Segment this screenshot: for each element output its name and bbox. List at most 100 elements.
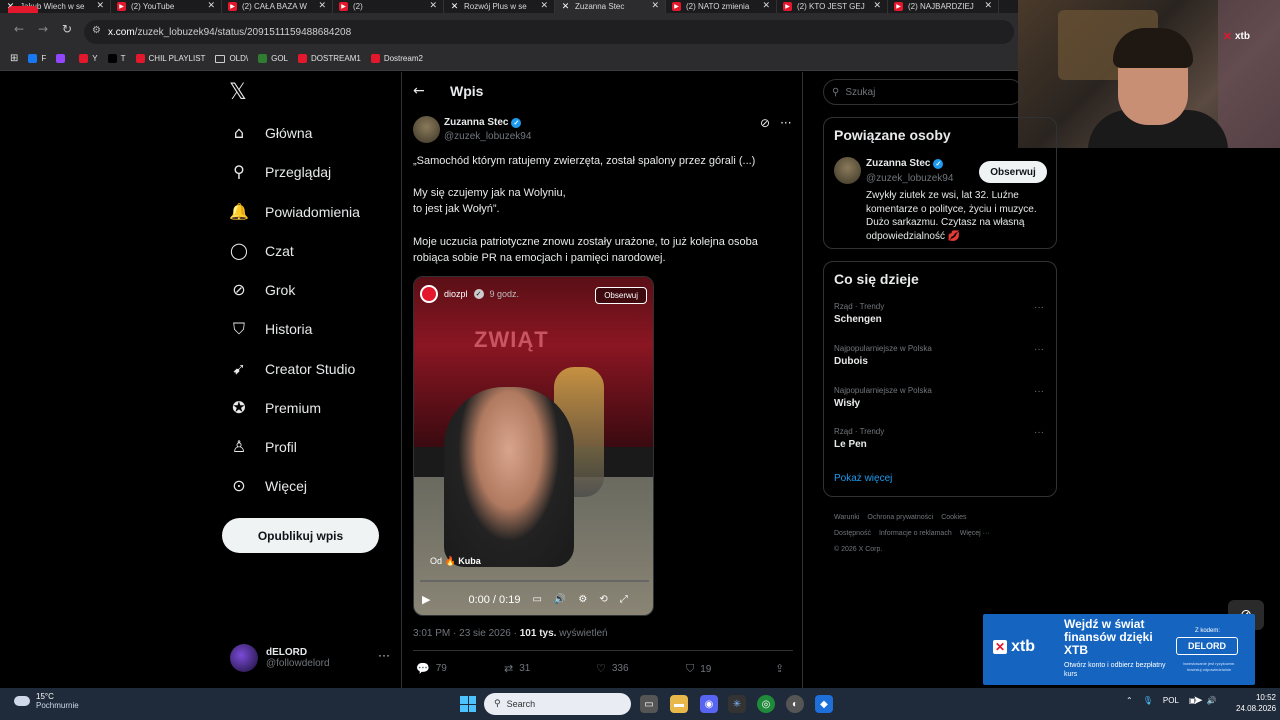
- nav-item-bell[interactable]: 🔔 Powiadomienia: [229, 202, 360, 221]
- nav-item-search[interactable]: ⚲ Przeglądaj: [229, 162, 331, 181]
- post-button[interactable]: Opublikuj wpis: [222, 518, 379, 553]
- follow-button[interactable]: Obserwuj: [979, 161, 1047, 183]
- back-arrow-icon[interactable]: ←: [413, 83, 425, 99]
- footer-link[interactable]: Warunki: [834, 514, 859, 521]
- search-placeholder[interactable]: Szukaj: [845, 87, 875, 98]
- nav-item-chat[interactable]: ◯ Czat: [229, 241, 294, 260]
- file-explorer-icon[interactable]: ▬: [670, 695, 688, 713]
- video-progress-bar[interactable]: [420, 580, 649, 582]
- browser-tab[interactable]: ✕ Zuzanna Stec ✕: [555, 0, 666, 13]
- bookmark-item[interactable]: GOL: [258, 54, 288, 63]
- author-handle[interactable]: @zuzek_lobuzek94: [444, 131, 531, 142]
- trend-item[interactable]: Rząd · Trendy Le Pen ···: [834, 427, 1048, 450]
- loop-icon[interactable]: ⟲: [599, 594, 607, 605]
- app-blue-icon[interactable]: ◆: [815, 695, 833, 713]
- obs-icon[interactable]: ◐: [786, 695, 804, 713]
- browser-tab[interactable]: ▶ (2) YouTube ✕: [111, 0, 222, 13]
- author-avatar[interactable]: [413, 116, 440, 143]
- bookmark-item[interactable]: T: [107, 54, 126, 63]
- bookmark-item[interactable]: F: [28, 54, 46, 63]
- close-icon[interactable]: ✕: [96, 0, 104, 11]
- play-icon[interactable]: ▶: [422, 593, 430, 606]
- volume-icon[interactable]: 🔊: [1206, 696, 1216, 705]
- footer-link[interactable]: Ochrona prywatności: [867, 514, 933, 521]
- video-channel-name[interactable]: diozpl: [444, 289, 468, 299]
- close-icon[interactable]: ✕: [873, 0, 881, 11]
- footer-link[interactable]: Informacje o reklamach: [879, 530, 952, 537]
- more-dots-icon[interactable]: ···: [780, 116, 791, 130]
- close-icon[interactable]: ✕: [651, 0, 659, 11]
- nav-item-bookmark[interactable]: ⛉ Historia: [229, 319, 312, 339]
- show-more-link[interactable]: Pokaż więcej: [834, 473, 892, 484]
- more-dots-icon[interactable]: ···: [1034, 344, 1044, 355]
- site-info-icon[interactable]: ⚙: [92, 25, 101, 36]
- nav-item-profile[interactable]: ♙ Profil: [229, 437, 297, 456]
- author-name[interactable]: Zuzanna Stec ✓: [444, 117, 522, 128]
- related-person-name[interactable]: Zuzanna Stec ✓: [866, 158, 944, 169]
- address-bar[interactable]: ⚙ x.com/zuzek_lobuzek94/status/209151115…: [84, 20, 1014, 44]
- channel-avatar[interactable]: [420, 285, 438, 303]
- close-icon[interactable]: ✕: [429, 0, 437, 11]
- more-dots-icon[interactable]: ···: [378, 648, 390, 662]
- microphone-icon[interactable]: 🎙: [1143, 696, 1153, 705]
- footer-link[interactable]: Dostępność: [834, 530, 871, 537]
- bookmark-item[interactable]: OLD\: [215, 54, 248, 63]
- chrome-icon[interactable]: ◎: [757, 695, 775, 713]
- browser-tab[interactable]: ✕ Rozwój Plus w se ✕: [444, 0, 555, 13]
- account-switcher[interactable]: dELORD @followdelord ···: [230, 640, 390, 676]
- weather-widget[interactable]: 15°C Pochmurnie: [14, 692, 79, 710]
- bookmark-item[interactable]: DOSTREAM1: [298, 54, 361, 63]
- close-icon[interactable]: ✕: [540, 0, 548, 11]
- video-player[interactable]: ZWIĄT diozpl ✓ 9 godz. Obserwuj Od 🔥 Kub…: [413, 276, 654, 616]
- taskbar-search[interactable]: ⚲ Search: [484, 693, 631, 715]
- nav-item-home[interactable]: ⌂ Główna: [229, 123, 313, 142]
- browser-tab[interactable]: ▶ (2) NATO zmienia ✕: [666, 0, 777, 13]
- close-icon[interactable]: ✕: [207, 0, 215, 11]
- trend-item[interactable]: Najpopularniejsze w Polska Wisły ···: [834, 386, 1048, 409]
- trend-item[interactable]: Najpopularniejsze w Polska Dubois ···: [834, 344, 1048, 367]
- post-timestamp[interactable]: 3:01 PM · 23 sie 2026 ·: [413, 628, 520, 639]
- bookmark-button[interactable]: ⛉ 19: [686, 662, 711, 676]
- share-button[interactable]: ⇪: [775, 662, 784, 675]
- captions-icon[interactable]: ▭: [532, 594, 541, 605]
- back-arrow-icon[interactable]: ←: [14, 22, 24, 36]
- system-clock[interactable]: 10:52 24.08.2026: [1236, 692, 1276, 714]
- discord-icon[interactable]: ◉: [700, 695, 718, 713]
- settings-icon[interactable]: ⚙: [578, 594, 587, 605]
- close-icon[interactable]: ✕: [984, 0, 992, 11]
- bookmark-item[interactable]: CHIL PLAYLIST: [135, 54, 205, 63]
- language-indicator[interactable]: POL: [1163, 696, 1179, 705]
- fullscreen-icon[interactable]: ⤢: [620, 594, 628, 605]
- reply-button[interactable]: 💬 79: [416, 662, 447, 675]
- more-dots-icon[interactable]: ···: [1034, 302, 1044, 313]
- forward-arrow-icon[interactable]: →: [38, 22, 48, 36]
- nav-item-grok[interactable]: ⊘ Grok: [229, 280, 295, 299]
- related-person-handle[interactable]: @zuzek_lobuzek94: [866, 173, 953, 184]
- author-name-text[interactable]: Zuzanna Stec: [444, 117, 508, 128]
- x-logo-icon[interactable]: 𝕏: [229, 80, 247, 105]
- footer-link[interactable]: Więcej ···: [960, 530, 990, 537]
- bookmark-item[interactable]: [56, 54, 69, 63]
- grok-icon[interactable]: ⊘: [760, 116, 770, 130]
- nav-item-more[interactable]: ⊙ Więcej: [229, 476, 307, 495]
- bookmark-item[interactable]: Y: [79, 54, 98, 63]
- nav-item-rocket[interactable]: ➹ Creator Studio: [229, 359, 355, 378]
- repost-button[interactable]: ⇄ 31: [504, 662, 530, 675]
- related-person-name-text[interactable]: Zuzanna Stec: [866, 158, 930, 169]
- close-icon[interactable]: ✕: [762, 0, 770, 11]
- like-button[interactable]: ♡ 336: [596, 662, 629, 675]
- windows-start-icon[interactable]: [460, 696, 476, 712]
- volume-icon[interactable]: 🔊: [554, 594, 566, 605]
- close-icon[interactable]: ✕: [318, 0, 326, 11]
- video-follow-button[interactable]: Obserwuj: [595, 287, 647, 304]
- browser-tab[interactable]: ▶ (2) KTO JEST GEJ ✕: [777, 0, 888, 13]
- task-view-icon[interactable]: ▭: [640, 695, 658, 713]
- more-dots-icon[interactable]: ···: [1034, 386, 1044, 397]
- browser-tab[interactable]: ▶ (2) ✕: [333, 0, 444, 13]
- search-box[interactable]: ⚲ Szukaj: [823, 79, 1023, 105]
- reload-icon[interactable]: ↻: [62, 22, 72, 36]
- browser-tab[interactable]: ▶ (2) CAŁA BAZA W ✕: [222, 0, 333, 13]
- app-sparkle-icon[interactable]: ✳: [728, 695, 746, 713]
- nav-item-premium[interactable]: ✪ Premium: [229, 398, 321, 417]
- apps-grid-icon[interactable]: ⊞: [10, 53, 18, 64]
